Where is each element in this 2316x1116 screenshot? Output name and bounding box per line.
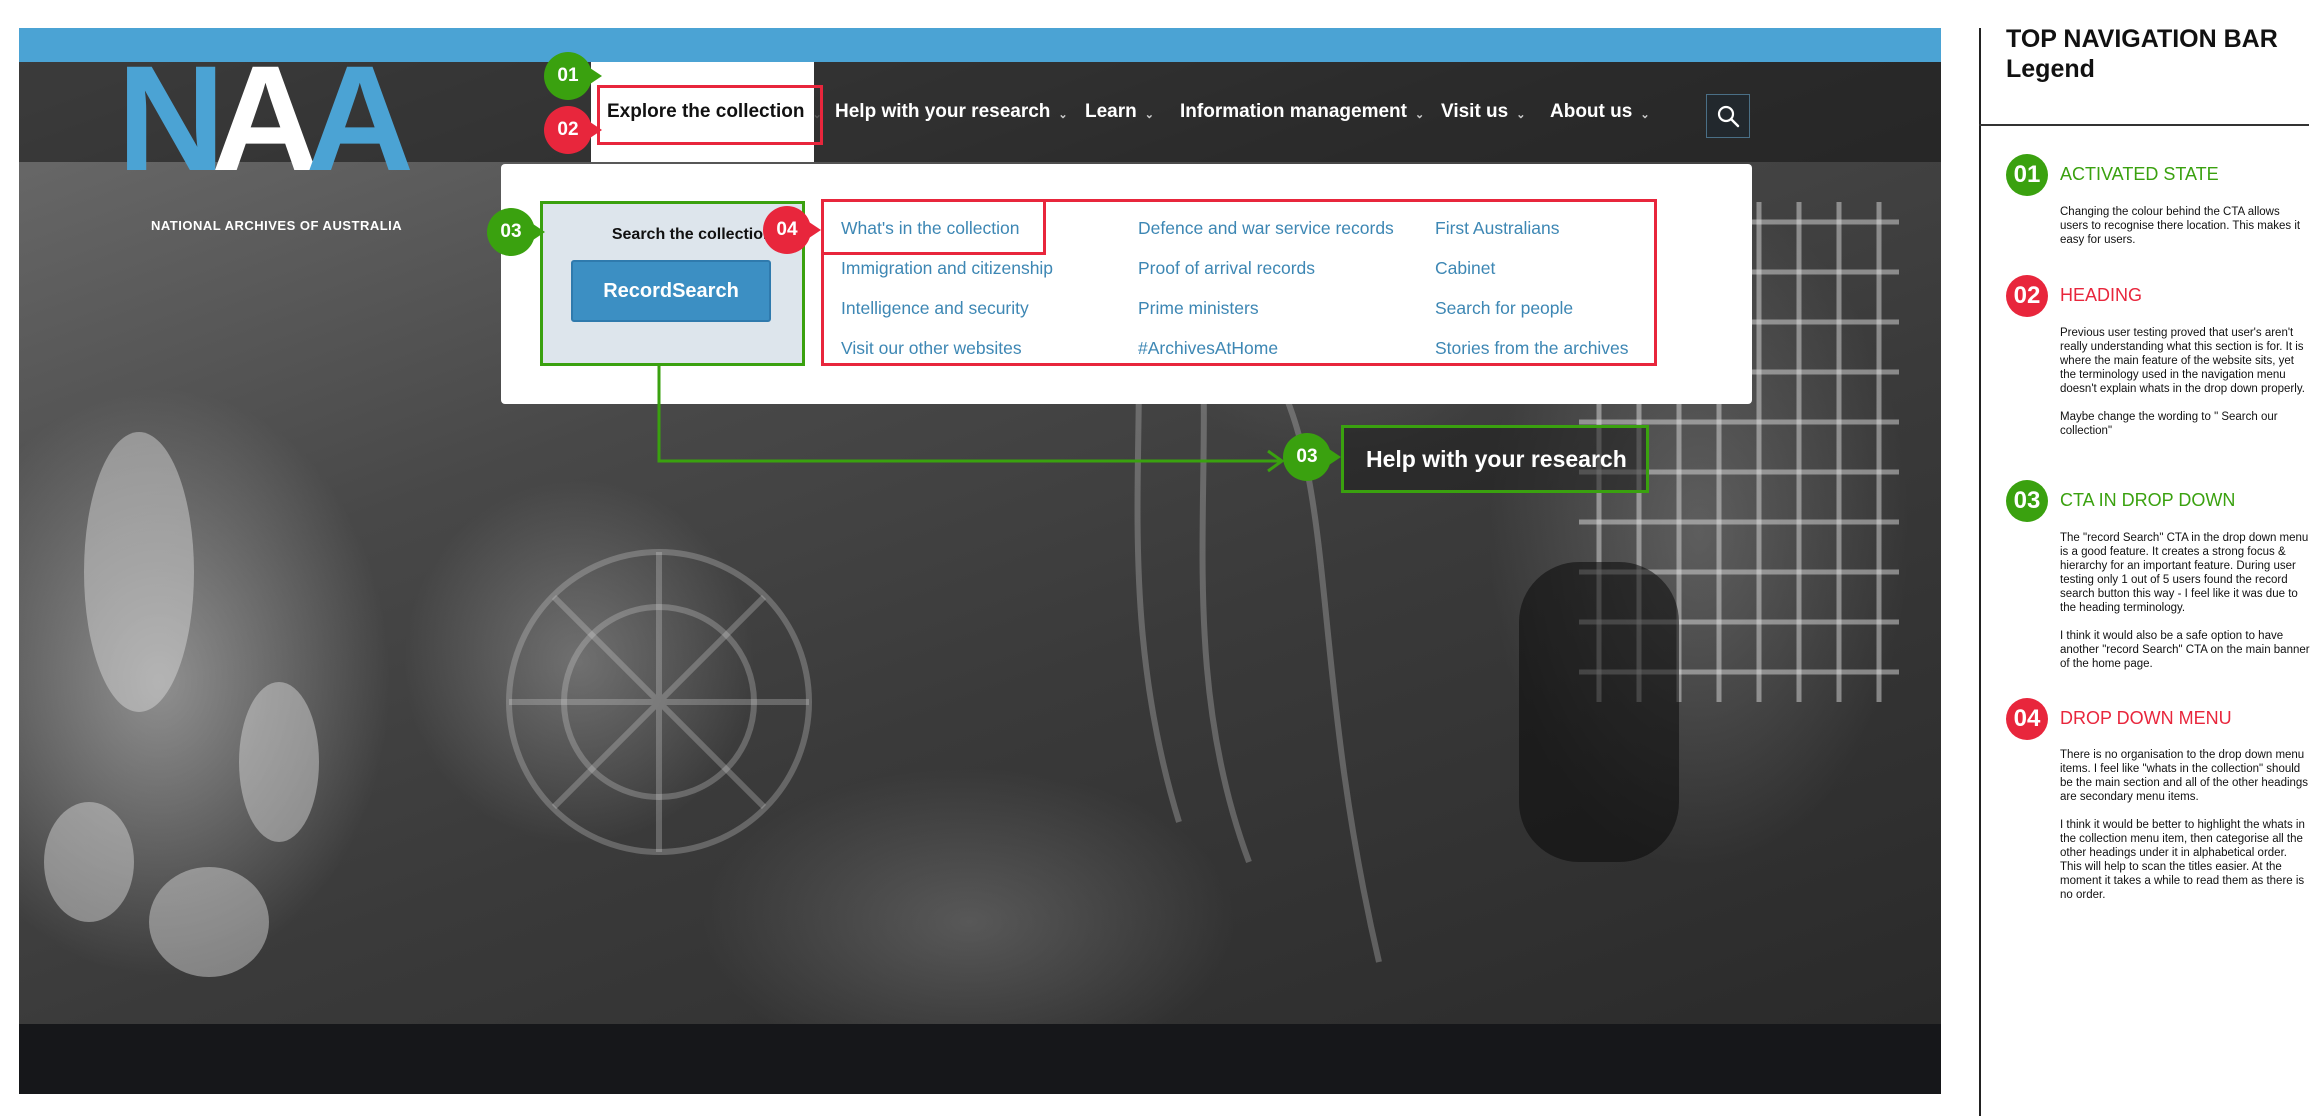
legend-body-03: The "record Search" CTA in the drop down… bbox=[2060, 531, 2310, 671]
annotation-connector-line bbox=[657, 366, 1285, 473]
annotation-badge-03-callout: 03 bbox=[1283, 433, 1341, 481]
callout-help-with-your-research: Help with your research bbox=[1341, 425, 1649, 493]
legend-heading-03: CTA IN DROP DOWN bbox=[2060, 490, 2236, 510]
legend-heading-04: DROP DOWN MENU bbox=[2060, 708, 2232, 728]
legend-title: TOP NAVIGATION BAR Legend bbox=[2006, 24, 2278, 84]
legend-paragraph: There is no organisation to the drop dow… bbox=[2060, 749, 2309, 803]
annotation-badge-02: 02 bbox=[544, 106, 602, 154]
annotation-badge-04: 04 bbox=[763, 206, 821, 254]
legend-paragraph: The "record Search" CTA in the drop down… bbox=[2060, 532, 2309, 614]
legend-body-01: Changing the colour behind the CTA allow… bbox=[2060, 205, 2310, 247]
legend-badge-04: 04 bbox=[2006, 698, 2048, 740]
legend-rule bbox=[1979, 124, 2309, 126]
legend-divider bbox=[1979, 28, 1981, 1116]
legend-title-line1: TOP NAVIGATION BAR bbox=[2006, 25, 2278, 53]
legend-heading-02: HEADING bbox=[2060, 285, 2143, 305]
legend-paragraph: I think it would be better to highlight … bbox=[2060, 819, 2305, 901]
legend-body-02: Previous user testing proved that user's… bbox=[2060, 326, 2310, 438]
legend-paragraph: I think it would also be a safe option t… bbox=[2060, 630, 2310, 670]
legend-paragraph: Changing the colour behind the CTA allow… bbox=[2060, 206, 2301, 246]
annotated-screenshot: NAA NATIONAL ARCHIVES OF AUSTRALIA Explo… bbox=[0, 0, 2316, 1116]
legend-paragraph: Previous user testing proved that user's… bbox=[2060, 327, 2305, 395]
legend-badge-01: 01 bbox=[2006, 154, 2048, 196]
legend-title-line2: Legend bbox=[2006, 55, 2095, 83]
legend-badge-02: 02 bbox=[2006, 275, 2048, 317]
legend-paragraph: Maybe change the wording to " Search our… bbox=[2060, 411, 2278, 437]
legend-badge-03: 03 bbox=[2006, 480, 2048, 522]
legend-body-04: There is no organisation to the drop dow… bbox=[2060, 748, 2310, 902]
annotation-badge-03: 03 bbox=[487, 208, 545, 256]
legend-heading-01: ACTIVATED STATE bbox=[2060, 164, 2219, 184]
annotation-badge-01: 01 bbox=[544, 52, 602, 100]
